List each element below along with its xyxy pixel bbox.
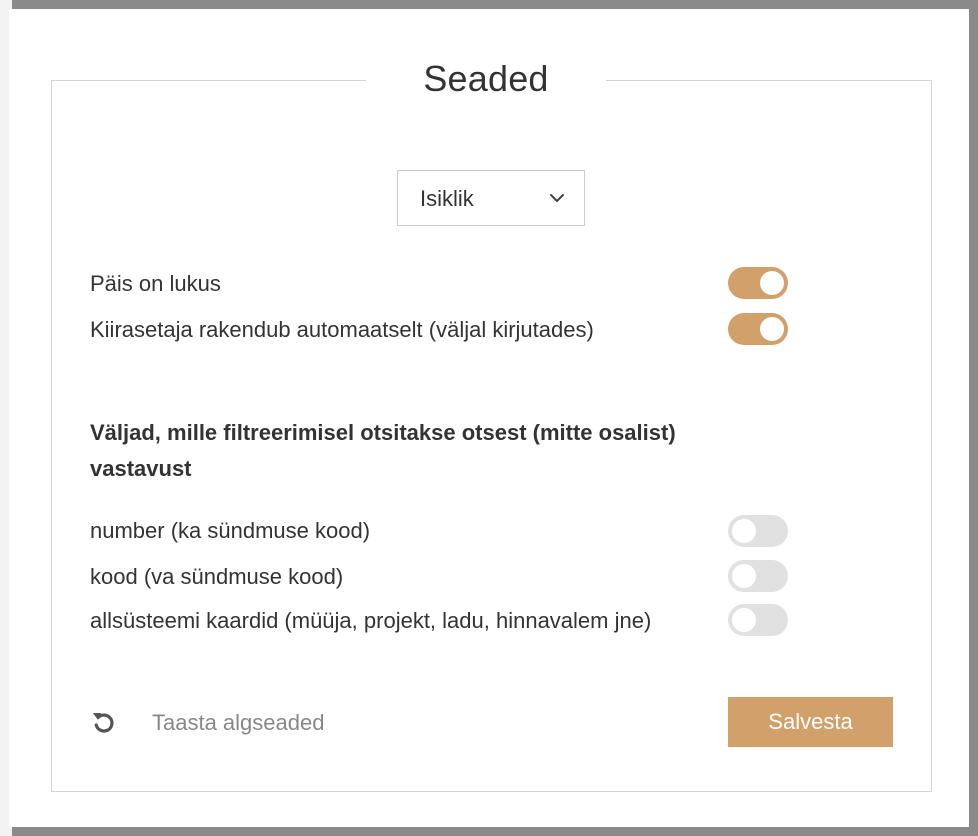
- undo-icon: [93, 713, 114, 733]
- reset-defaults-label: Taasta algseaded: [152, 710, 325, 735]
- profile-select-value: Isiklik: [420, 186, 474, 211]
- toggle-knob: [760, 271, 784, 295]
- exact-match-heading: Väljad, mille filtreerimisel otsitakse o…: [90, 420, 676, 481]
- dialog-title: Seaded: [366, 55, 606, 103]
- toggle-knob: [732, 608, 756, 632]
- field-label-subsystem-cards: allsüsteemi kaardid (müüja, projekt, lad…: [90, 608, 652, 633]
- profile-select[interactable]: Isiklik: [397, 170, 585, 226]
- field-label-code: kood (va sündmuse kood): [90, 564, 344, 589]
- save-button[interactable]: Salvesta: [728, 697, 893, 747]
- setting-label-header-locked: Päis on lukus: [90, 271, 221, 296]
- toggle-knob: [732, 519, 756, 543]
- toggle-field-number[interactable]: [728, 515, 788, 547]
- toggle-header-locked[interactable]: [728, 267, 788, 299]
- reset-defaults-button[interactable]: Taasta algseaded: [90, 703, 324, 743]
- field-label-number: number (ka sündmuse kood): [90, 518, 371, 543]
- chevron-down-icon: [550, 194, 564, 202]
- settings-dialog: Seaded Isiklik Päis on lukus Kiirasetaja…: [9, 9, 969, 827]
- toggle-field-code[interactable]: [728, 560, 788, 592]
- toggle-field-subsystem-cards[interactable]: [728, 604, 788, 636]
- toggle-autofill[interactable]: [728, 313, 788, 345]
- toggle-knob: [760, 317, 784, 341]
- toggle-knob: [732, 564, 756, 588]
- setting-label-autofill: Kiirasetaja rakendub automaatselt (välja…: [90, 317, 594, 342]
